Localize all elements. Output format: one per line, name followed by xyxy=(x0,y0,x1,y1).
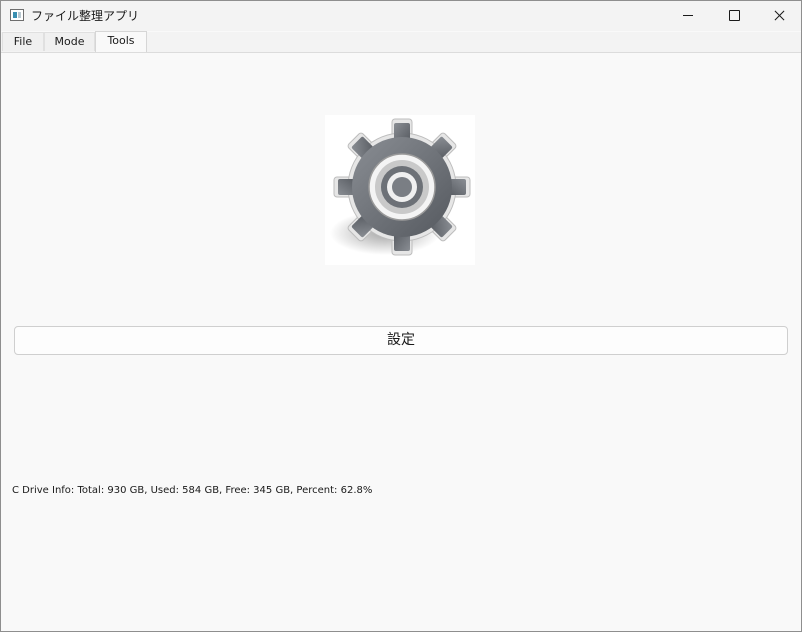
title-bar[interactable]: ファイル整理アプリ xyxy=(1,1,801,31)
drive-info-text: C Drive Info: Total: 930 GB, Used: 584 G… xyxy=(12,485,373,496)
tab-tools[interactable]: Tools xyxy=(95,31,147,52)
tab-mode[interactable]: Mode xyxy=(44,32,95,51)
app-icon xyxy=(10,9,24,21)
window-title: ファイル整理アプリ xyxy=(31,9,140,23)
tab-file[interactable]: File xyxy=(2,32,44,51)
minimize-button[interactable] xyxy=(665,1,711,31)
app-window: ファイル整理アプリ File Mode Tools 設定 C Drive Inf… xyxy=(0,0,802,632)
gear-icon xyxy=(325,115,475,265)
maximize-button[interactable] xyxy=(711,1,757,31)
close-button[interactable] xyxy=(757,1,801,31)
settings-button[interactable]: 設定 xyxy=(14,326,788,355)
tab-bar: File Mode Tools xyxy=(1,31,801,53)
